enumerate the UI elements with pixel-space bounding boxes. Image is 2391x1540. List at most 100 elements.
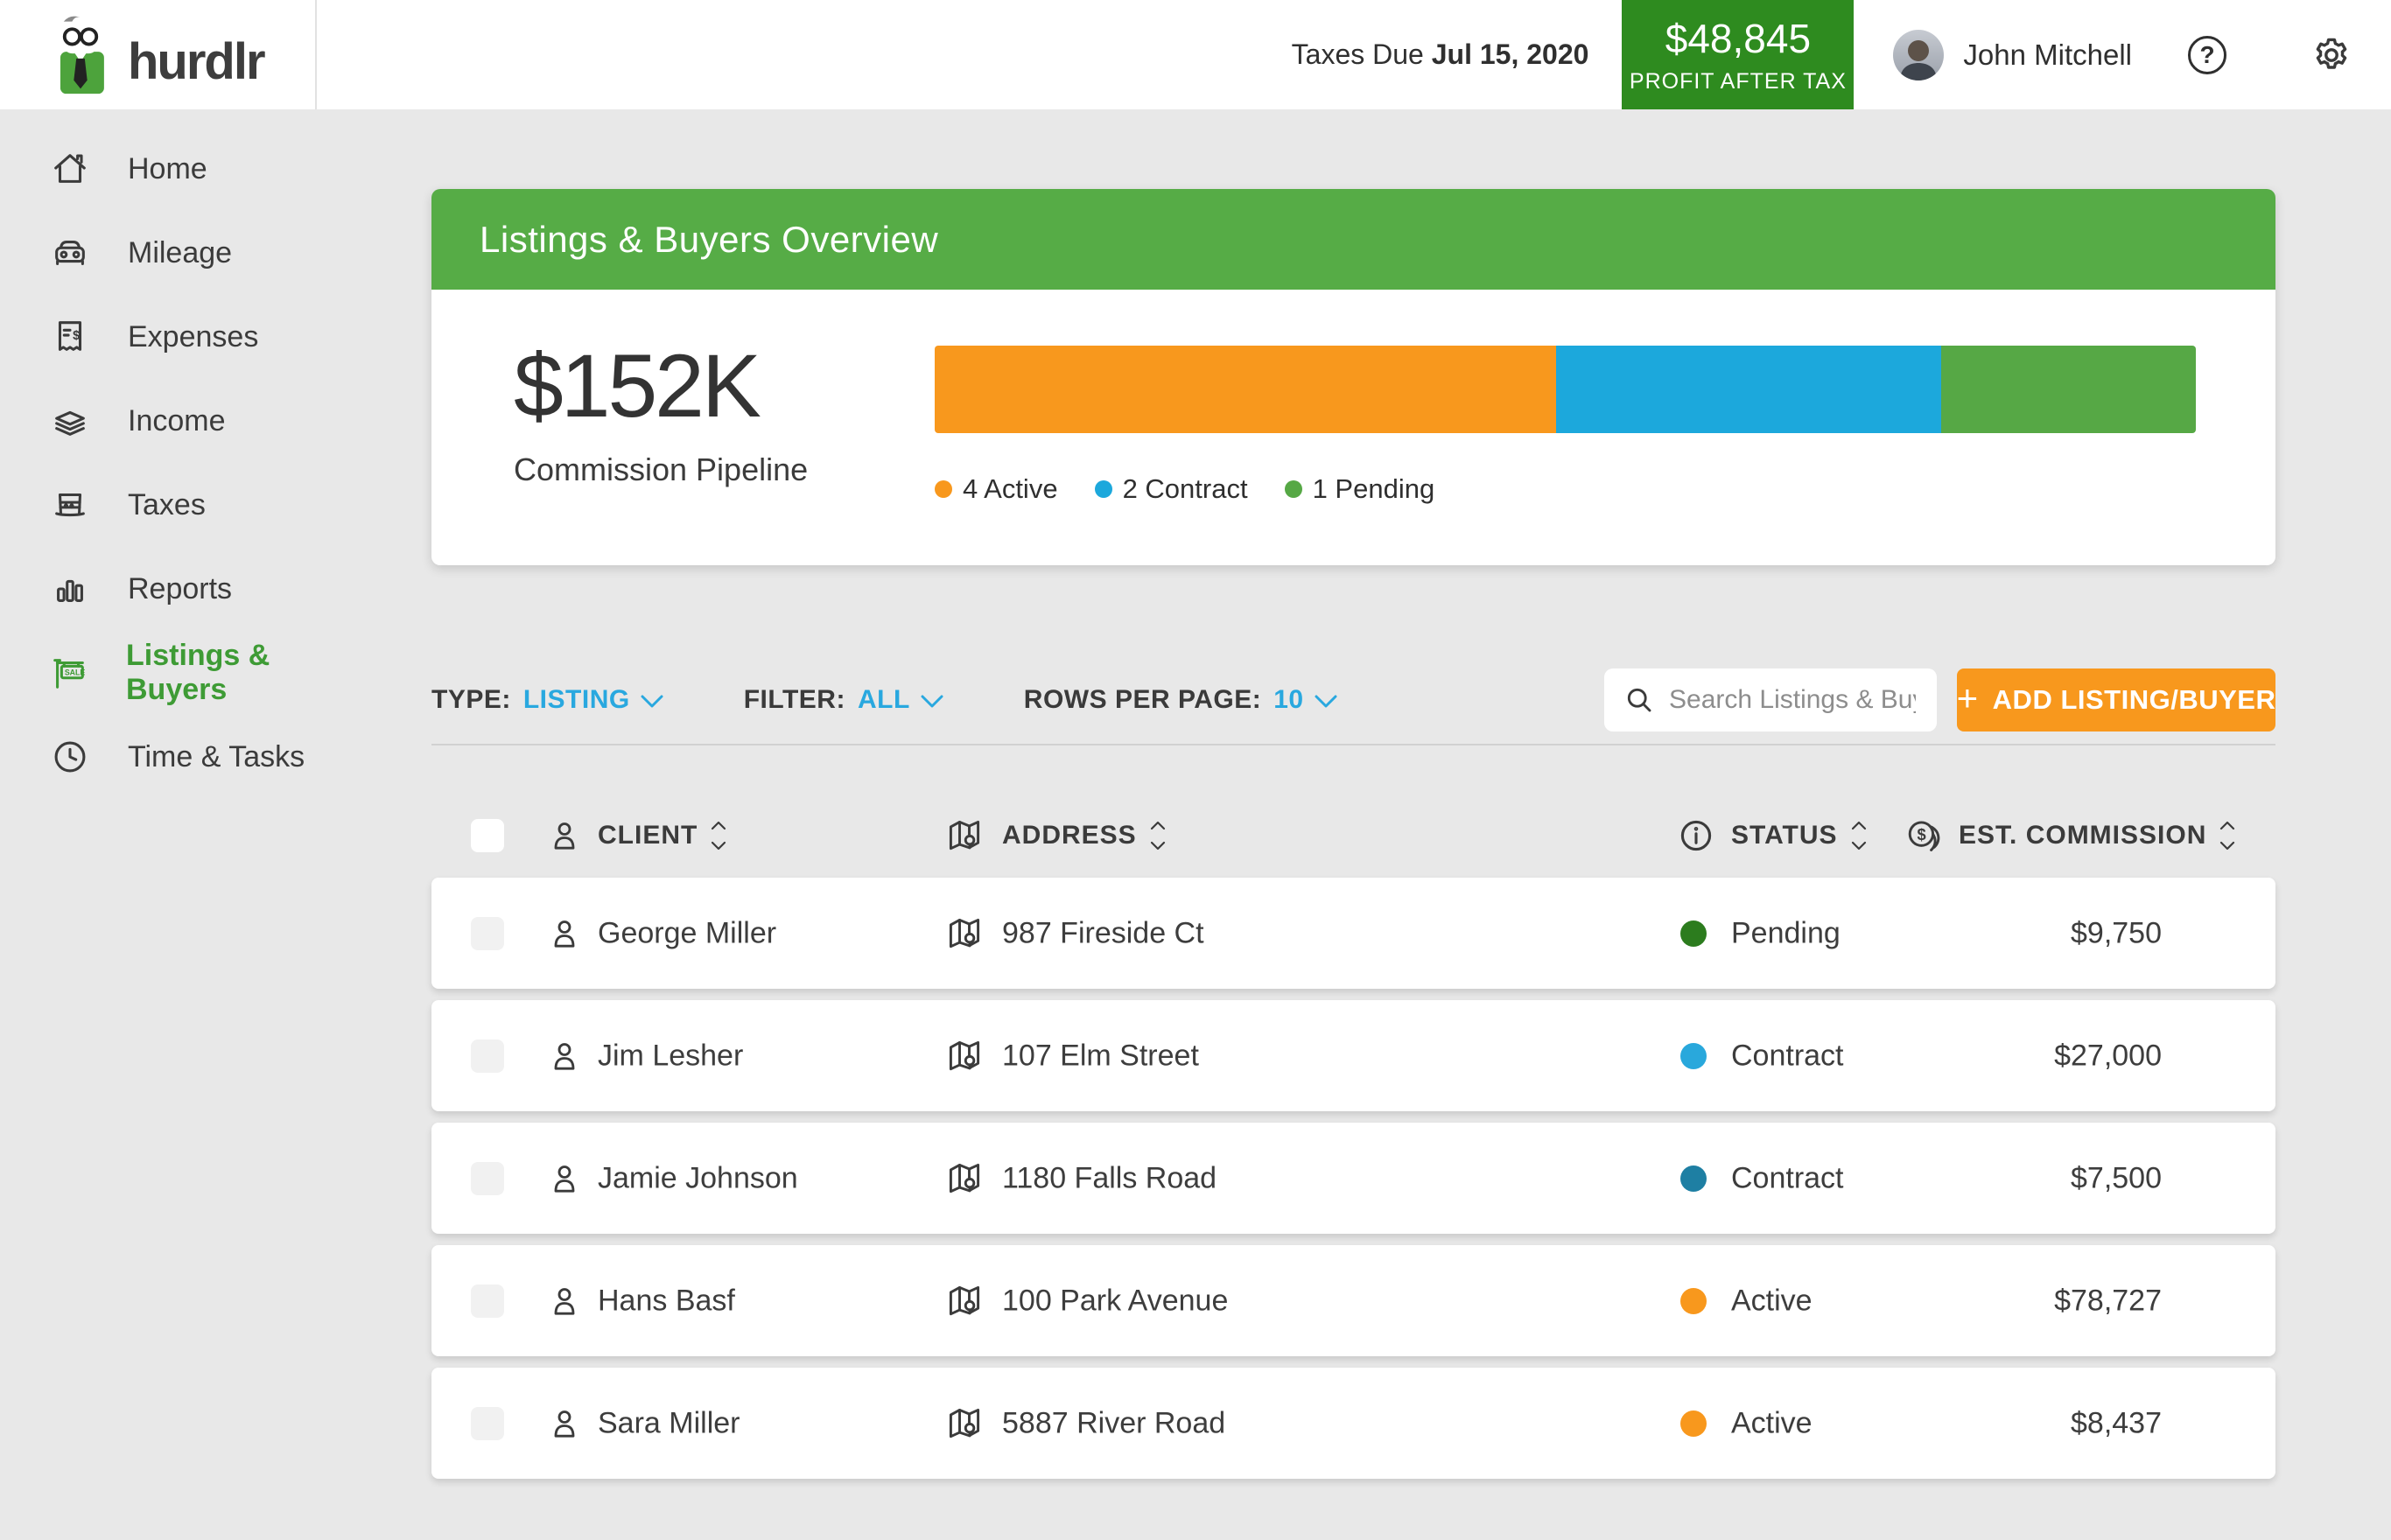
address: 100 Park Avenue (1002, 1284, 1228, 1318)
overview-title: Listings & Buyers Overview (480, 219, 938, 261)
table-row[interactable]: Sara Miller 5887 River Road Active $8,43… (431, 1368, 2275, 1479)
person-icon (547, 1284, 582, 1319)
sidebar: Home Mileage $ Expenses (0, 109, 317, 1540)
sale-sign-icon: SALE (49, 653, 89, 693)
address: 987 Fireside Ct (1002, 916, 1204, 950)
status-text: Active (1731, 1406, 1813, 1440)
select-all-checkbox[interactable] (471, 819, 504, 852)
row-checkbox[interactable] (471, 917, 504, 950)
bar-segment-active (935, 346, 1556, 433)
top-bar: hurdlr Taxes Due Jul 15, 2020 $48,845 PR… (0, 0, 2391, 109)
rows-per-page-dropdown[interactable]: ROWS PER PAGE: 10 (1024, 685, 1337, 715)
address: 1180 Falls Road (1002, 1161, 1217, 1195)
commission-pipeline-bar (935, 346, 2196, 433)
status-text: Contract (1731, 1161, 1844, 1195)
table-row[interactable]: Jamie Johnson 1180 Falls Road Contract $… (431, 1123, 2275, 1234)
table-row[interactable]: Hans Basf 100 Park Avenue Active $78,727 (431, 1245, 2275, 1356)
user-name: John Mitchell (1963, 38, 2132, 72)
sidebar-item-time-tasks[interactable]: Time & Tasks (0, 715, 317, 799)
client-name: George Miller (598, 916, 776, 950)
status-dot (1680, 1043, 1707, 1069)
commission-amount: $9,750 (2071, 916, 2162, 950)
table-header: CLIENT ADDRESS STATUS (431, 805, 2275, 866)
sidebar-item-taxes[interactable]: Taxes (0, 463, 317, 547)
row-checkbox[interactable] (471, 1407, 504, 1440)
filter-dropdown[interactable]: FILTER: ALL (744, 685, 943, 715)
add-listing-buyer-button[interactable]: + ADD LISTING/BUYER (1957, 668, 2275, 732)
sidebar-item-expenses[interactable]: $ Expenses (0, 295, 317, 379)
address-header-icon (945, 816, 984, 855)
client-header-label: CLIENT (598, 821, 698, 850)
svg-text:$: $ (73, 329, 80, 343)
row-checkbox[interactable] (471, 1284, 504, 1318)
status-header-label: STATUS (1731, 821, 1838, 850)
profit-after-tax-widget[interactable]: $48,845 PROFIT AFTER TAX (1622, 0, 1854, 109)
svg-text:$: $ (1917, 825, 1925, 844)
app-logo[interactable]: hurdlr (0, 0, 317, 109)
receipt-icon: $ (49, 317, 91, 357)
map-pin-icon (945, 1159, 984, 1198)
sort-client-icon[interactable] (710, 821, 727, 850)
client-header-icon (547, 818, 582, 853)
sidebar-item-home[interactable]: Home (0, 127, 317, 211)
person-photo-silhouette (1893, 35, 1944, 80)
overview-card-header: Listings & Buyers Overview (431, 189, 2275, 290)
person-icon (547, 916, 582, 951)
address: 107 Elm Street (1002, 1039, 1199, 1073)
map-pin-icon (945, 1404, 984, 1443)
sort-address-icon[interactable] (1149, 821, 1167, 850)
search-icon (1623, 684, 1655, 716)
home-icon (49, 149, 91, 189)
status-dot (1680, 1410, 1707, 1437)
profit-label: PROFIT AFTER TAX (1630, 69, 1847, 94)
brand-name: hurdlr (128, 32, 264, 91)
legend-dot-active (935, 480, 952, 498)
search-input[interactable] (1667, 684, 1918, 716)
legend-item-pending: 1 Pending (1285, 473, 1435, 505)
clock-icon (49, 737, 91, 777)
commission-amount: $7,500 (2071, 1161, 2162, 1195)
status-text: Contract (1731, 1039, 1844, 1073)
client-name: Sara Miller (598, 1406, 740, 1440)
search-box (1604, 668, 1937, 732)
table-row[interactable]: Jim Lesher 107 Elm Street Contract $27,0… (431, 1000, 2275, 1111)
gear-icon[interactable] (2310, 34, 2352, 76)
bar-chart-icon (49, 569, 91, 609)
sidebar-item-mileage[interactable]: Mileage (0, 211, 317, 295)
sort-commission-icon[interactable] (2219, 821, 2236, 850)
pipeline-label: Commission Pipeline (514, 452, 935, 488)
address-header-label: ADDRESS (1002, 821, 1137, 850)
hurdlr-mascot-icon (39, 10, 123, 101)
sidebar-item-reports[interactable]: Reports (0, 547, 317, 631)
chevron-down-icon (1315, 695, 1337, 709)
car-icon (49, 233, 91, 273)
commission-header-label: EST. COMMISSION (1959, 821, 2206, 850)
commission-amount: $78,727 (2054, 1284, 2162, 1318)
type-dropdown[interactable]: TYPE: LISTING (431, 685, 663, 715)
help-icon[interactable]: ? (2188, 36, 2226, 74)
svg-text:SALE: SALE (65, 668, 86, 676)
table-row[interactable]: George Miller 987 Fireside Ct Pending $9… (431, 878, 2275, 989)
overview-card: Listings & Buyers Overview $152K Commiss… (431, 189, 2275, 565)
avatar[interactable] (1893, 30, 1944, 80)
plus-icon: + (1957, 677, 1979, 719)
client-name: Jim Lesher (598, 1039, 743, 1073)
bar-segment-pending (1941, 346, 2196, 433)
status-text: Pending (1731, 916, 1841, 950)
sidebar-item-listings-buyers[interactable]: SALE Listings & Buyers (0, 631, 317, 715)
client-name: Jamie Johnson (598, 1161, 798, 1195)
money-stack-icon (49, 401, 91, 441)
status-text: Active (1731, 1284, 1813, 1318)
status-dot (1680, 1166, 1707, 1192)
sort-status-icon[interactable] (1850, 821, 1868, 850)
sidebar-item-income[interactable]: Income (0, 379, 317, 463)
top-hat-icon (49, 485, 91, 525)
row-checkbox[interactable] (471, 1162, 504, 1195)
map-pin-icon (945, 1037, 984, 1075)
legend-item-contract: 2 Contract (1095, 473, 1248, 505)
commission-header-icon: $ (1906, 816, 1945, 855)
toolbar-divider (431, 744, 2275, 746)
row-checkbox[interactable] (471, 1040, 504, 1073)
client-name: Hans Basf (598, 1284, 735, 1318)
commission-amount: $8,437 (2071, 1406, 2162, 1440)
